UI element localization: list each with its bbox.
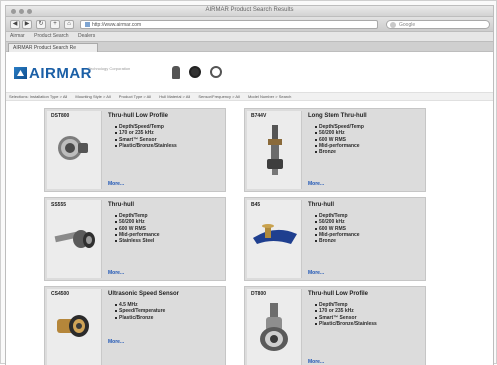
product-model: DT800 — [251, 291, 267, 297]
bookmark-item[interactable]: Dealers — [78, 33, 95, 39]
product-title[interactable]: Ultrasonic Speed Sensor — [108, 291, 223, 297]
feature-item: Bronze — [315, 149, 364, 155]
product-card-b744v[interactable]: B744V Long Stem Thru-hull Depth/Speed/Te… — [244, 108, 426, 192]
bookmark-item[interactable]: Product Search — [34, 33, 68, 39]
address-bar[interactable]: http://www.airmar.com — [80, 20, 378, 29]
thru-hull-steel-icon — [54, 230, 95, 248]
product-model: B744V — [251, 113, 267, 119]
logo-text: AIRMAR — [29, 64, 92, 82]
product-title[interactable]: Long Stem Thru-hull — [308, 113, 423, 119]
product-card-ss555[interactable]: SS555 Thru-hull Depth/Temp 50/200 kHz 60… — [44, 197, 226, 281]
product-card-b45[interactable]: B45 Thru-hull Depth/Temp 50/200 kHz 600 … — [244, 197, 426, 281]
search-icon — [390, 22, 396, 28]
person-icon[interactable] — [172, 66, 180, 79]
back-button[interactable]: ◀ — [10, 20, 20, 29]
ring-icon[interactable] — [210, 66, 222, 78]
long-stem-sensor-icon — [267, 125, 283, 175]
tab-product-search[interactable]: AIRMAR Product Search Re — [8, 43, 98, 52]
more-link[interactable]: More... — [308, 181, 324, 187]
feature-item: Plastic/Bronze — [115, 315, 165, 321]
product-card-dt800[interactable]: DT800 Thru-hull Low Profile Depth/Temp 1… — [244, 286, 426, 365]
site-tagline: Technology Corporation — [88, 66, 131, 71]
web-page: AIRMAR Technology Corporation Selections… — [5, 52, 494, 365]
product-image-panel — [47, 111, 102, 189]
thru-hull-bronze-icon — [253, 224, 297, 244]
more-link[interactable]: More... — [108, 339, 124, 345]
product-image-panel — [247, 111, 302, 189]
tab-bar: AIRMAR Product Search Re — [5, 41, 494, 52]
product-image-panel — [247, 200, 302, 278]
product-card-cs4500[interactable]: CS4500 Ultrasonic Speed Sensor 4.5 MHz S… — [44, 286, 226, 365]
product-model: DST800 — [51, 113, 70, 119]
product-title[interactable]: Thru-hull Low Profile — [308, 291, 423, 297]
feature-item: Stainless Steel — [115, 238, 160, 244]
product-title[interactable]: Thru-hull — [108, 202, 223, 208]
feature-list: Depth/Temp 50/200 kHz 600 W RMS Mid-perf… — [315, 213, 360, 244]
title-bar: AIRMAR Product Search Results — [5, 5, 494, 17]
feature-item: Bronze — [315, 238, 360, 244]
site-header: AIRMAR Technology Corporation — [6, 52, 493, 92]
bookmark-item[interactable]: Airmar — [10, 33, 25, 39]
plus-icon: + — [53, 21, 57, 27]
feature-item: Plastic/Bronze/Stainless — [315, 321, 377, 327]
product-image-panel — [47, 289, 102, 365]
product-model: SS555 — [51, 202, 67, 208]
more-link[interactable]: More... — [308, 270, 324, 276]
speed-sensor-icon — [57, 315, 89, 337]
product-image-panel — [247, 289, 302, 365]
product-title[interactable]: Thru-hull — [308, 202, 423, 208]
product-card-dst800[interactable]: DST800 Thru-hull Low Profile Depth/Speed… — [44, 108, 226, 192]
product-image-panel — [47, 200, 102, 278]
breadcrumb-item[interactable]: Hull Material > All — [159, 94, 190, 99]
breadcrumb-item[interactable]: Mounting Style > All — [75, 94, 110, 99]
product-model: B45 — [251, 202, 261, 208]
feature-list: Depth/Speed/Temp 50/200 kHz 600 W RMS Mi… — [315, 124, 364, 155]
search-field[interactable]: Google — [386, 20, 490, 29]
feature-list: 4.5 MHz Speed/Temperature Plastic/Bronze — [115, 302, 165, 321]
low-profile-sensor-icon — [58, 136, 88, 160]
forward-button[interactable]: ▶ — [22, 20, 32, 29]
low-profile-sensor-icon — [260, 303, 288, 351]
add-bookmark-button[interactable]: + — [50, 20, 60, 29]
address-bar-url: http://www.airmar.com — [92, 22, 142, 28]
home-button[interactable]: ⌂ — [64, 20, 74, 29]
breadcrumb-item[interactable]: Product Type > All — [119, 94, 151, 99]
more-link[interactable]: More... — [308, 359, 324, 365]
airmar-logo-icon — [14, 67, 27, 79]
arrow-left-icon: ◀ — [12, 21, 18, 27]
feature-list: Depth/Temp 50/200 kHz 600 W RMS Mid-perf… — [115, 213, 160, 244]
arrow-right-icon: ▶ — [24, 21, 30, 27]
site-favicon-icon — [85, 22, 90, 27]
more-link[interactable]: More... — [108, 181, 124, 187]
reload-button[interactable]: ↻ — [36, 20, 46, 29]
window-title: AIRMAR Product Search Results — [205, 7, 294, 13]
breadcrumb-item[interactable]: Model Number > Search — [248, 94, 291, 99]
reload-icon: ↻ — [38, 21, 44, 27]
home-icon: ⌂ — [67, 21, 71, 27]
product-model: CS4500 — [51, 291, 70, 297]
airmar-logo[interactable]: AIRMAR — [14, 64, 92, 82]
feature-list: Depth/Temp 170 or 235 kHz Smart™ Sensor … — [315, 302, 377, 327]
more-link[interactable]: More... — [108, 270, 124, 276]
feature-item: Plastic/Bronze/Stainless — [115, 143, 177, 149]
browser-window: AIRMAR Product Search Results ◀ ▶ ↻ + ⌂ … — [0, 0, 497, 365]
selection-breadcrumb: Selections: Installation Type > All Moun… — [6, 92, 493, 101]
feature-list: Depth/Speed/Temp 170 or 235 kHz Smart™ S… — [115, 124, 177, 149]
header-icons — [172, 66, 222, 79]
breadcrumb-item[interactable]: Selections: Installation Type > All — [9, 94, 67, 99]
bookmarks-bar: Airmar Product Search Dealers — [5, 32, 494, 41]
search-field-placeholder: Google — [399, 22, 416, 28]
globe-icon[interactable] — [189, 66, 201, 78]
product-title[interactable]: Thru-hull Low Profile — [108, 113, 223, 119]
breadcrumb-item[interactable]: Sensor/Frequency > All — [198, 94, 239, 99]
browser-toolbar: ◀ ▶ ↻ + ⌂ http://www.airmar.com Google — [5, 17, 494, 32]
